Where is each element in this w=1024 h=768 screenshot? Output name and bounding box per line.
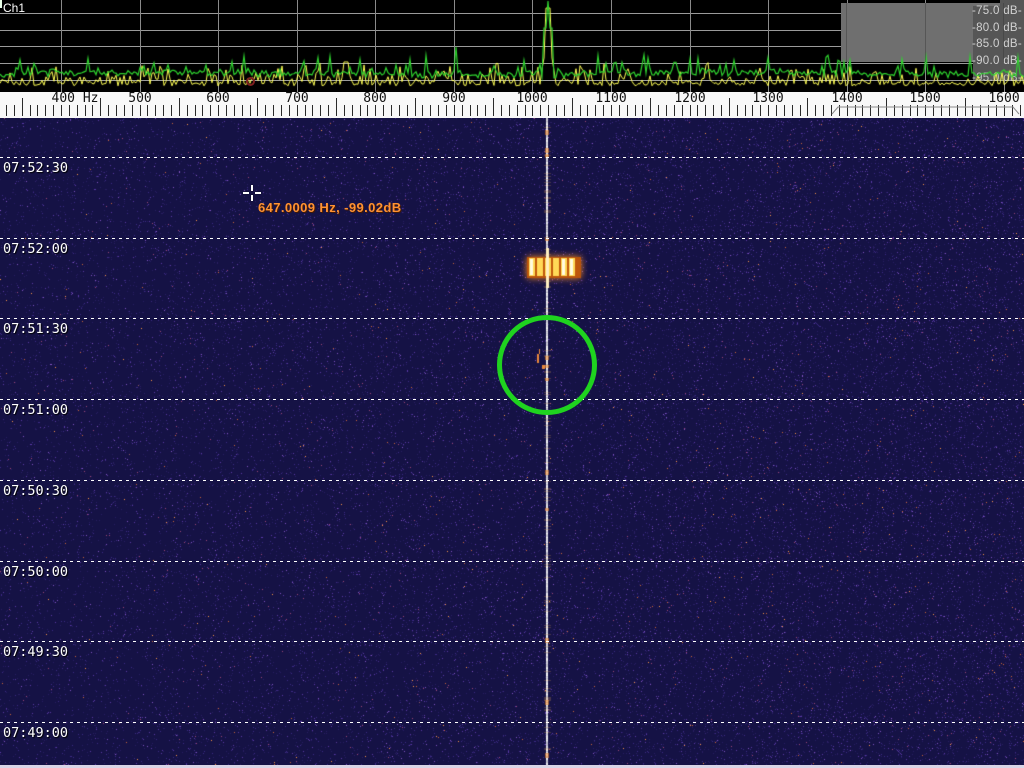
time-gridline — [0, 318, 1024, 319]
spectrum-trace-canvas — [0, 0, 1024, 92]
spectrum-lab-window: -75.0 dB--80.0 dB--85.0 dB--90.0 dB--95.… — [0, 0, 1024, 768]
time-gridline — [0, 561, 1024, 562]
time-gridline — [0, 480, 1024, 481]
cursor-readout: 647.0009 Hz, -99.02dB — [258, 200, 402, 215]
crosshair-cursor — [255, 192, 261, 194]
panel-gridline — [846, 3, 847, 62]
frequency-scale[interactable]: 400 Hz5006007008009001000110012001300140… — [0, 92, 1024, 118]
spectrum-cursor-marker — [246, 77, 255, 86]
time-label: 07:52:00 — [3, 241, 68, 257]
corner-tick — [0, 0, 2, 8]
crosshair-cursor — [251, 195, 253, 201]
signal-highlight-circle — [497, 315, 597, 415]
range-bracket — [0, 92, 1024, 118]
waterfall-canvas — [0, 118, 1024, 765]
time-label: 07:52:30 — [3, 160, 68, 176]
panel-gridline — [925, 3, 926, 62]
waterfall-pane[interactable]: 07:52:30 07:52:00 07:51:30 07:51:00 07:50:30… — [0, 118, 1024, 765]
time-gridline — [0, 238, 1024, 239]
time-label: 07:51:00 — [3, 402, 68, 418]
spectrum-pane[interactable]: -75.0 dB--80.0 dB--85.0 dB--90.0 dB--95.… — [0, 0, 1024, 92]
time-label: 07:50:30 — [3, 483, 68, 499]
channel-label: Ch1 — [3, 1, 25, 15]
panel-gridline — [1003, 3, 1004, 62]
crosshair-cursor — [251, 185, 253, 191]
time-label: 07:49:30 — [3, 644, 68, 660]
time-label: 07:51:30 — [3, 321, 68, 337]
time-label: 07:49:00 — [3, 725, 68, 741]
time-gridline — [0, 722, 1024, 723]
time-gridline — [0, 641, 1024, 642]
crosshair-cursor — [243, 192, 249, 194]
time-gridline — [0, 157, 1024, 158]
time-label: 07:50:00 — [3, 564, 68, 580]
